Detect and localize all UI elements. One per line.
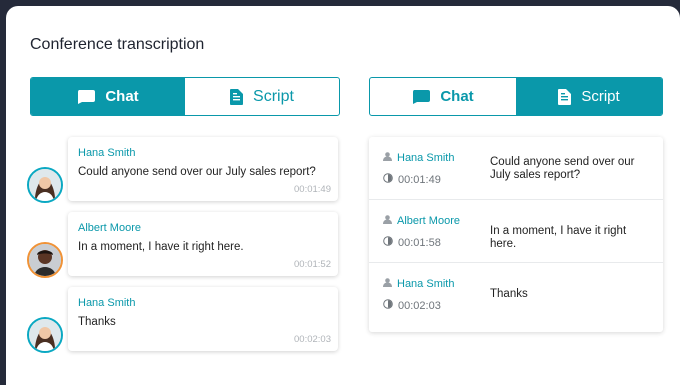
clock-icon xyxy=(383,299,393,312)
chat-message: Albert Moore In a moment, I have it righ… xyxy=(26,212,346,278)
tab-script[interactable]: Script xyxy=(516,78,662,115)
sender-name: Hana Smith xyxy=(78,297,136,309)
tab-script[interactable]: Script xyxy=(185,78,339,115)
tab-chat[interactable]: Chat xyxy=(31,78,185,115)
document-icon xyxy=(230,88,244,105)
conference-card: Conference transcription Chat Script Cha… xyxy=(6,6,680,385)
clock-icon xyxy=(383,173,393,186)
chat-bubble-icon xyxy=(77,89,96,104)
timestamp: 00:02:03 xyxy=(398,299,441,312)
right-tab-bar: Chat Script xyxy=(369,77,663,116)
script-text: Could anyone send over our July sales re… xyxy=(490,156,635,181)
chat-list: Hana Smith Could anyone send over our Ju… xyxy=(26,137,346,362)
script-table: Hana Smith 00:01:49 Could anyone send ov… xyxy=(369,137,663,332)
woman-avatar-icon xyxy=(29,319,61,351)
tab-chat-label: Chat xyxy=(105,88,139,105)
speaker-name: Hana Smith xyxy=(397,278,455,290)
message-text: Could anyone send over our July sales re… xyxy=(78,166,316,178)
message-time: 00:01:49 xyxy=(294,184,331,195)
sender-name: Hana Smith xyxy=(78,147,136,159)
chat-bubble-icon xyxy=(412,89,431,104)
user-icon xyxy=(383,152,392,164)
left-tab-bar: Chat Script xyxy=(30,77,340,116)
script-row: Albert Moore 00:01:58 In a moment, I hav… xyxy=(369,200,663,263)
message-time: 00:02:03 xyxy=(294,334,331,345)
chat-message: Hana Smith Could anyone send over our Ju… xyxy=(26,137,346,203)
message-text: In a moment, I have it right here. xyxy=(78,241,244,253)
avatar[interactable] xyxy=(27,242,63,278)
user-icon xyxy=(383,215,392,227)
chat-bubble: Albert Moore In a moment, I have it righ… xyxy=(68,212,338,276)
man-avatar-icon xyxy=(29,244,61,276)
chat-message: Hana Smith Thanks 00:02:03 xyxy=(26,287,346,353)
tab-chat-label: Chat xyxy=(440,88,474,105)
message-time: 00:01:52 xyxy=(294,259,331,270)
tab-script-label: Script xyxy=(581,88,620,105)
avatar[interactable] xyxy=(27,317,63,353)
clock-icon xyxy=(383,236,393,249)
woman-avatar-icon xyxy=(29,169,61,201)
user-icon xyxy=(383,278,392,290)
tab-chat[interactable]: Chat xyxy=(370,78,516,115)
message-text: Thanks xyxy=(78,316,116,328)
page-title: Conference transcription xyxy=(30,36,205,53)
timestamp: 00:01:49 xyxy=(398,173,441,186)
chat-bubble: Hana Smith Thanks 00:02:03 xyxy=(68,287,338,351)
speaker-name: Albert Moore xyxy=(397,215,460,227)
script-row: Hana Smith 00:01:49 Could anyone send ov… xyxy=(369,137,663,200)
script-text: In a moment, I have it right here. xyxy=(490,225,627,250)
avatar[interactable] xyxy=(27,167,63,203)
script-text: Thanks xyxy=(490,288,528,300)
tab-script-label: Script xyxy=(253,87,294,105)
timestamp: 00:01:58 xyxy=(398,236,441,249)
sender-name: Albert Moore xyxy=(78,222,141,234)
chat-bubble: Hana Smith Could anyone send over our Ju… xyxy=(68,137,338,201)
speaker-name: Hana Smith xyxy=(397,152,455,164)
script-row: Hana Smith 00:02:03 Thanks xyxy=(369,263,663,326)
document-icon xyxy=(558,88,572,105)
